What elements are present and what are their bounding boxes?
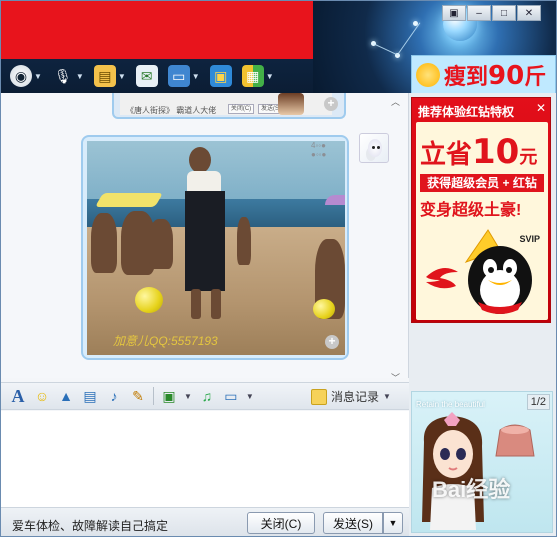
input-toolbar: A ☺ ▲ ▤ ♪ ✎ ▣ ▼ ♫ ▭ ▼ 消息记录 ▼ (1, 382, 409, 410)
minimize-button[interactable]: – (467, 5, 491, 21)
screen-share-icon: ▣ (209, 65, 232, 87)
beach-umbrella (94, 193, 164, 207)
previous-image-thumbnail: 《唐人街探》 霸道人大佬 关闭(C) 发送(S) (120, 93, 332, 115)
file-transfer-icon: ▤ (93, 65, 116, 87)
red-s-logo-icon (426, 268, 458, 289)
apps-button[interactable]: ▦ ▼ (239, 62, 277, 90)
photo-person-overalls (185, 191, 225, 291)
thumbnail-close-button: 关闭(C) (228, 104, 254, 114)
webcam-icon: ◉ (10, 65, 32, 87)
chat-toolbar: ◉ ▼ 🎙 ▼ ▤ ▼ ✉ ▭ ▼ ▣ ▦ ▼ (1, 59, 313, 93)
bottom-bar: 爱车体检、故障解读自己搞定 关闭(C) 发送(S) ▼ (1, 507, 409, 536)
beach-umbrella (325, 195, 345, 205)
remote-desktop-icon: ▭ (167, 65, 190, 87)
previous-image-message[interactable]: 《唐人街探》 霸道人大佬 关闭(C) 发送(S) + (112, 93, 346, 119)
sun-icon (416, 63, 440, 87)
dropdown-caret-icon[interactable]: ▼ (383, 392, 391, 401)
ad-tagline: Retain the beautiful (416, 400, 485, 409)
chat-history[interactable]: ︿ 《唐人街探》 霸道人大佬 关闭(C) 发送(S) + 加意儿QQ:55571… (1, 93, 409, 383)
ad-tip-link[interactable]: 爱车体检、故障解读自己搞定 (12, 517, 168, 534)
history-label: 消息记录 (331, 390, 380, 404)
sms-button[interactable]: ✉ (133, 62, 161, 90)
image-watermark: 加意儿QQ:5557193 (113, 334, 218, 348)
photo-person-head (189, 147, 211, 173)
dropdown-caret-icon[interactable]: ▼ (76, 72, 84, 81)
dropdown-caret-icon[interactable]: ▼ (192, 72, 200, 81)
maximize-button[interactable]: □ (492, 5, 516, 21)
photo-person (237, 217, 251, 265)
ad-save-text: 立省10元 (420, 132, 538, 172)
constellation-line (396, 22, 421, 56)
contact-avatar[interactable] (359, 133, 389, 163)
zoom-plus-icon[interactable]: + (325, 335, 339, 349)
emoji-icon[interactable]: ☺ (33, 387, 51, 405)
screen-share-button[interactable]: ▣ (207, 62, 235, 90)
photo-person (149, 219, 173, 269)
history-icon (311, 388, 327, 405)
magic-icon[interactable]: ▲ (57, 387, 75, 405)
remote-desktop-button[interactable]: ▭ ▼ (165, 62, 203, 90)
beauty-game-ad[interactable]: Retain the beautiful 1/2 Bai经验 (411, 391, 553, 533)
image-message-bubble[interactable]: 加意儿QQ:5557193 + (81, 135, 349, 360)
previous-image-caption: 《唐人街探》 霸道人大佬 (126, 106, 217, 115)
font-icon[interactable]: A (9, 386, 27, 406)
ad-get-text: 获得超级会员 + 红钻 (420, 174, 544, 192)
svip-badge: SVIP (519, 234, 540, 244)
beach-ball (135, 287, 163, 313)
photo-person-leg (191, 289, 201, 319)
ad-rich-text: 变身超级土豪! (420, 202, 522, 219)
send-button[interactable]: 发送(S) (323, 512, 383, 534)
video-clip-icon[interactable]: ▤ (81, 387, 99, 405)
microphone-icon: 🎙 (54, 67, 72, 84)
zoom-plus-icon[interactable]: + (324, 97, 338, 111)
image-icon[interactable]: ▣ (160, 387, 178, 405)
redacted-title-block (1, 1, 313, 59)
dropdown-caret-icon[interactable]: ▼ (34, 72, 42, 81)
toolbar-divider (153, 387, 154, 405)
voice-button[interactable]: 🎙 ▼ (49, 62, 87, 90)
ad-title: 推荐体验红钻特权 (418, 105, 515, 119)
file-transfer-button[interactable]: ▤ ▼ (91, 62, 129, 90)
jelly-mold-icon (495, 424, 535, 457)
handwriting-icon[interactable]: ✎ (129, 387, 147, 405)
beach-ball (313, 299, 335, 319)
close-window-button[interactable]: ✕ (517, 5, 541, 21)
sms-icon: ✉ (135, 65, 158, 87)
dropdown-caret-icon[interactable]: ▼ (246, 392, 254, 401)
apps-icon: ▦ (241, 65, 264, 87)
anime-girl-illustration (422, 412, 484, 530)
beach-photo[interactable]: 加意儿QQ:5557193 + (87, 141, 345, 355)
chat-window: ▣ – □ ✕ ◉ ▼ 🎙 ▼ ▤ ▼ ✉ ▭ ▼ ▣ ▦ ▼ 瘦到90斤 ︿ … (0, 0, 557, 537)
message-input[interactable] (1, 411, 409, 507)
voice-message-icon[interactable]: ♪ (105, 387, 123, 405)
ad-page-indicator[interactable]: 1/2 (526, 394, 550, 410)
red-diamond-ad[interactable]: 推荐体验红钻特权 ✕ 立省10元 获得超级会员 + 红钻 变身超级土豪! SVI… (411, 97, 551, 323)
webcam-button[interactable]: ◉ ▼ (7, 62, 45, 90)
image-size-label: 4◦◦● ●◦◦● (311, 141, 327, 159)
thumbnail-avatar (278, 93, 304, 115)
music-icon[interactable]: ♫ (198, 387, 216, 405)
weight-loss-ad[interactable]: 瘦到90斤 (411, 55, 556, 95)
weight-loss-ad-text: 瘦到90斤 (444, 61, 547, 91)
message-history-button[interactable]: 消息记录 ▼ (311, 388, 391, 405)
close-button[interactable]: 关闭(C) (247, 512, 315, 534)
ad-close-icon[interactable]: ✕ (536, 101, 546, 115)
dropdown-caret-icon[interactable]: ▼ (118, 72, 126, 81)
send-options-dropdown[interactable]: ▼ (383, 512, 403, 534)
ad-content: 立省10元 获得超级会员 + 红钻 变身超级土豪! SVIP (416, 122, 548, 320)
skin-button[interactable]: ▣ (442, 5, 466, 21)
screenshot-icon[interactable]: ▭ (222, 387, 240, 405)
constellation-line (372, 43, 399, 56)
photo-person-leg (211, 289, 221, 319)
dropdown-caret-icon[interactable]: ▼ (266, 72, 274, 81)
dropdown-caret-icon[interactable]: ▼ (184, 392, 192, 401)
scroll-up-icon[interactable]: ︿ (391, 95, 400, 108)
image-watermark: Bai经验 (432, 477, 511, 502)
photo-person (91, 213, 117, 273)
